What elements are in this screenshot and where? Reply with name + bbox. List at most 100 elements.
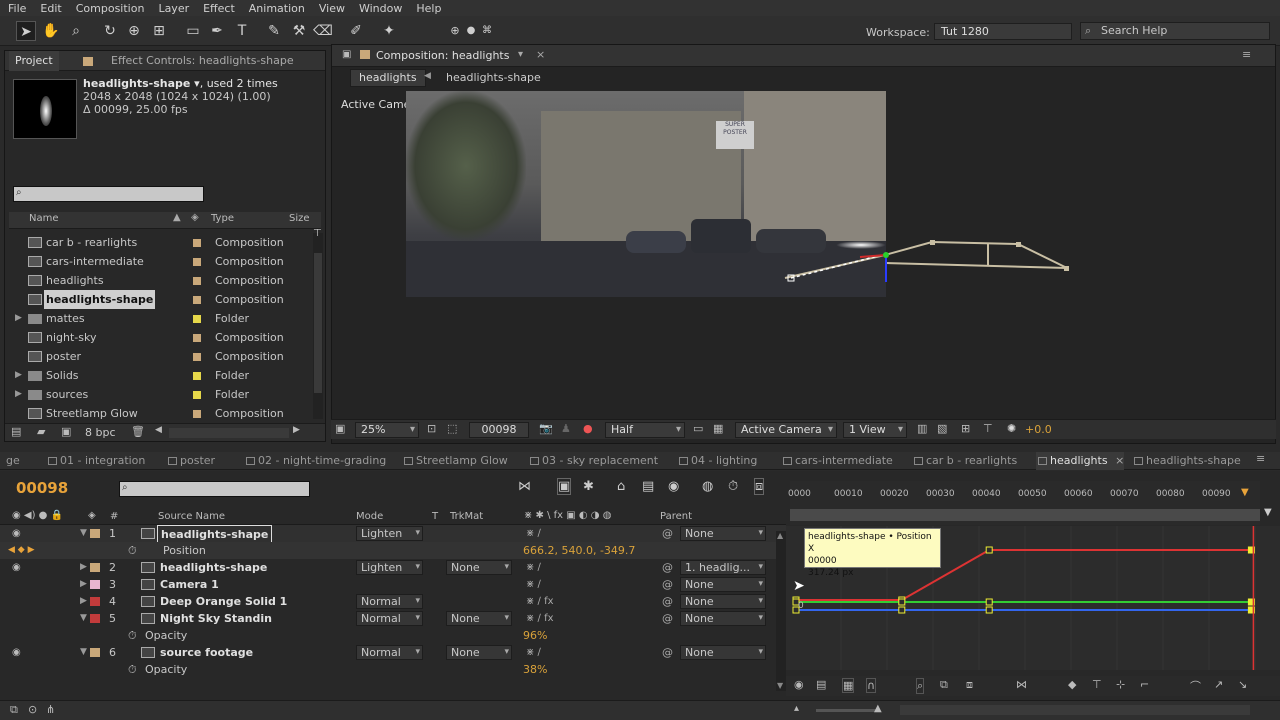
eye-icon[interactable]: ◉ xyxy=(12,525,21,542)
clone-stamp-tool-icon[interactable]: ⚒ xyxy=(289,21,309,41)
pick-whip-icon[interactable]: @ xyxy=(662,593,673,610)
panel-menu-icon[interactable]: ≡ xyxy=(1242,48,1251,61)
project-item[interactable]: headlights Composition xyxy=(13,271,313,290)
tab-composition[interactable]: Composition: headlights xyxy=(376,49,509,62)
comp-marker-icon[interactable]: ▼ xyxy=(1264,507,1272,518)
hide-shy-icon[interactable]: ✱ xyxy=(583,479,594,494)
camera-orbit-tool-icon[interactable]: ⊕ xyxy=(124,21,144,41)
keyframe-nav-icon[interactable]: ◀ ◆ ▶ xyxy=(8,542,35,559)
reset-exposure-icon[interactable]: ✺ xyxy=(1007,422,1016,435)
zoom-tool-icon[interactable]: ⌕ xyxy=(66,21,86,41)
camera-wireframe[interactable] xyxy=(760,230,1080,290)
layer-row[interactable]: ▶ 3 Camera 1 ⋇ ∕ @ None xyxy=(0,576,786,593)
layer-mode-select[interactable]: Normal xyxy=(356,594,423,609)
layer-mode-select[interactable]: Lighten xyxy=(356,560,423,575)
playhead-icon[interactable]: ▼ xyxy=(1241,487,1249,498)
zoom-in-icon[interactable]: ▲ xyxy=(874,703,882,714)
expand-triangle-icon[interactable]: ▶ xyxy=(15,309,22,328)
viewer-timecode[interactable]: 00098 xyxy=(469,422,529,438)
label-color-swatch[interactable] xyxy=(193,391,201,399)
layer-label-color[interactable] xyxy=(90,563,100,572)
layer-switches-icon[interactable]: ⋇ ∕ xyxy=(526,576,541,593)
label-color-swatch[interactable] xyxy=(193,353,201,361)
layer-trkmat-select[interactable]: None xyxy=(446,611,512,626)
type-tool-icon[interactable]: T xyxy=(232,21,252,41)
rotate-tool-icon[interactable]: ↻ xyxy=(100,21,120,41)
property-value[interactable]: 666.2, 540.0, -349.7 xyxy=(523,542,635,559)
new-comp-icon[interactable]: ▣ xyxy=(61,425,71,438)
layer-mode-select[interactable]: Normal xyxy=(356,645,423,660)
layer-parent-select[interactable]: None xyxy=(680,645,766,660)
brainstorm-icon[interactable]: ◉ xyxy=(668,479,679,494)
col-trkmat[interactable]: TrkMat xyxy=(450,511,483,522)
label-color-swatch[interactable] xyxy=(193,315,201,323)
col-parent[interactable]: Parent xyxy=(660,511,692,522)
flowchart-icon[interactable]: ⊤ xyxy=(313,228,322,239)
graph-editor-icon[interactable]: ⧈ xyxy=(754,478,765,495)
layer-row[interactable]: ▼ 5 Night Sky Standin Normal None ⋇ ∕ fx @ None xyxy=(0,610,786,627)
twirl-triangle-icon[interactable]: ▶ xyxy=(80,593,87,610)
resolution-select[interactable]: Half xyxy=(605,422,685,438)
label-color-swatch[interactable] xyxy=(193,258,201,266)
property-value[interactable]: 96% xyxy=(523,627,547,644)
frame-blend-icon[interactable]: ⌂ xyxy=(617,479,625,494)
transfer-controls-icon[interactable]: ⊙ xyxy=(28,703,37,716)
menu-help[interactable]: Help xyxy=(408,2,447,15)
auto-keyframe-icon[interactable]: ◍ xyxy=(702,479,713,494)
rectangle-tool-icon[interactable]: ▭ xyxy=(183,21,203,41)
layer-name[interactable]: Camera 1 xyxy=(160,576,219,593)
project-item[interactable]: car b - rearlights Composition xyxy=(13,233,313,252)
tab-effect-controls[interactable]: Effect Controls: headlights-shape xyxy=(105,51,305,71)
label-color-swatch[interactable] xyxy=(193,239,201,247)
layer-row[interactable]: ◉▼1headlights-shapeLighten⋇ ∕ @None xyxy=(0,525,786,544)
eye-icon[interactable]: ◉ xyxy=(12,644,21,661)
project-item[interactable]: ▶ mattes Folder xyxy=(13,309,313,328)
channel-icon[interactable]: ● xyxy=(583,422,593,435)
fit-all-icon[interactable]: ⧈ xyxy=(966,678,973,692)
timeline-tab[interactable]: headlights-shape xyxy=(1132,452,1241,470)
timeline-tab[interactable]: 04 - lighting xyxy=(677,452,757,470)
zoom-select[interactable]: 25% xyxy=(355,422,419,438)
menu-layer[interactable]: Layer xyxy=(150,2,195,15)
chevron-down-icon[interactable]: ▾ xyxy=(190,77,200,90)
pen-tool-icon[interactable]: ✒ xyxy=(207,21,227,41)
label-color-swatch[interactable] xyxy=(193,296,201,304)
layer-label-color[interactable] xyxy=(90,648,100,657)
switches-icon[interactable]: ⋇ ✱ \ fx ▣ ◐ ◑ ◍ xyxy=(524,510,611,521)
new-folder-icon[interactable]: ▰ xyxy=(37,425,45,438)
layer-label-color[interactable] xyxy=(90,529,100,538)
property-row[interactable]: ⏱ ◀ ◆ ▶ Position 666.2, 540.0, -349.7 xyxy=(0,542,786,559)
brush-tool-icon[interactable]: ✎ xyxy=(264,21,284,41)
layer-mode-select[interactable]: Lighten xyxy=(356,526,423,541)
column-type[interactable]: Type xyxy=(211,213,234,224)
label-color-swatch[interactable] xyxy=(193,372,201,380)
menu-composition[interactable]: Composition xyxy=(68,2,151,15)
column-name[interactable]: Name xyxy=(29,213,59,224)
tab-project[interactable]: Project xyxy=(9,51,59,71)
sort-arrow-icon[interactable]: ▲ xyxy=(173,212,181,223)
timeline-timecode[interactable]: 00098 xyxy=(16,479,68,497)
property-row[interactable]: ⏱ Opacity 96% xyxy=(0,627,786,644)
flowchart-view-icon[interactable]: ⊤ xyxy=(983,422,993,435)
layer-switches-icon[interactable]: ⋇ ∕ fx xyxy=(526,610,554,627)
breadcrumb-headlights-shape[interactable]: headlights-shape xyxy=(446,71,541,84)
timeline-icon[interactable]: ⊞ xyxy=(961,422,970,435)
safe-area-icon[interactable]: ⬚ xyxy=(447,422,457,435)
menu-animation[interactable]: Animation xyxy=(241,2,311,15)
column-size[interactable]: Size xyxy=(289,213,310,224)
transparency-grid-icon[interactable]: ▦ xyxy=(713,422,723,435)
layer-parent-select[interactable]: None xyxy=(680,577,766,592)
edit-keyframe-icon[interactable]: ◆ xyxy=(1068,678,1076,691)
eraser-tool-icon[interactable]: ⌫ xyxy=(313,21,333,41)
layer-parent-select[interactable]: 1. headlig... xyxy=(680,560,766,575)
av-features-icon[interactable]: ◉ ◀) ● 🔒 xyxy=(12,510,63,521)
interpret-footage-icon[interactable]: ▤ xyxy=(11,425,21,438)
layer-parent-select[interactable]: None xyxy=(680,594,766,609)
auto-bezier-icon[interactable]: ⌐ xyxy=(1140,678,1149,691)
layer-parent-select[interactable]: None xyxy=(680,611,766,626)
layer-trkmat-select[interactable]: None xyxy=(446,560,512,575)
workspace-select[interactable]: Tut 1280 xyxy=(934,23,1072,40)
layer-label-color[interactable] xyxy=(90,614,100,623)
timeline-tab[interactable]: cars-intermediate xyxy=(781,452,893,470)
project-search-input[interactable]: ⌕ xyxy=(13,186,204,202)
